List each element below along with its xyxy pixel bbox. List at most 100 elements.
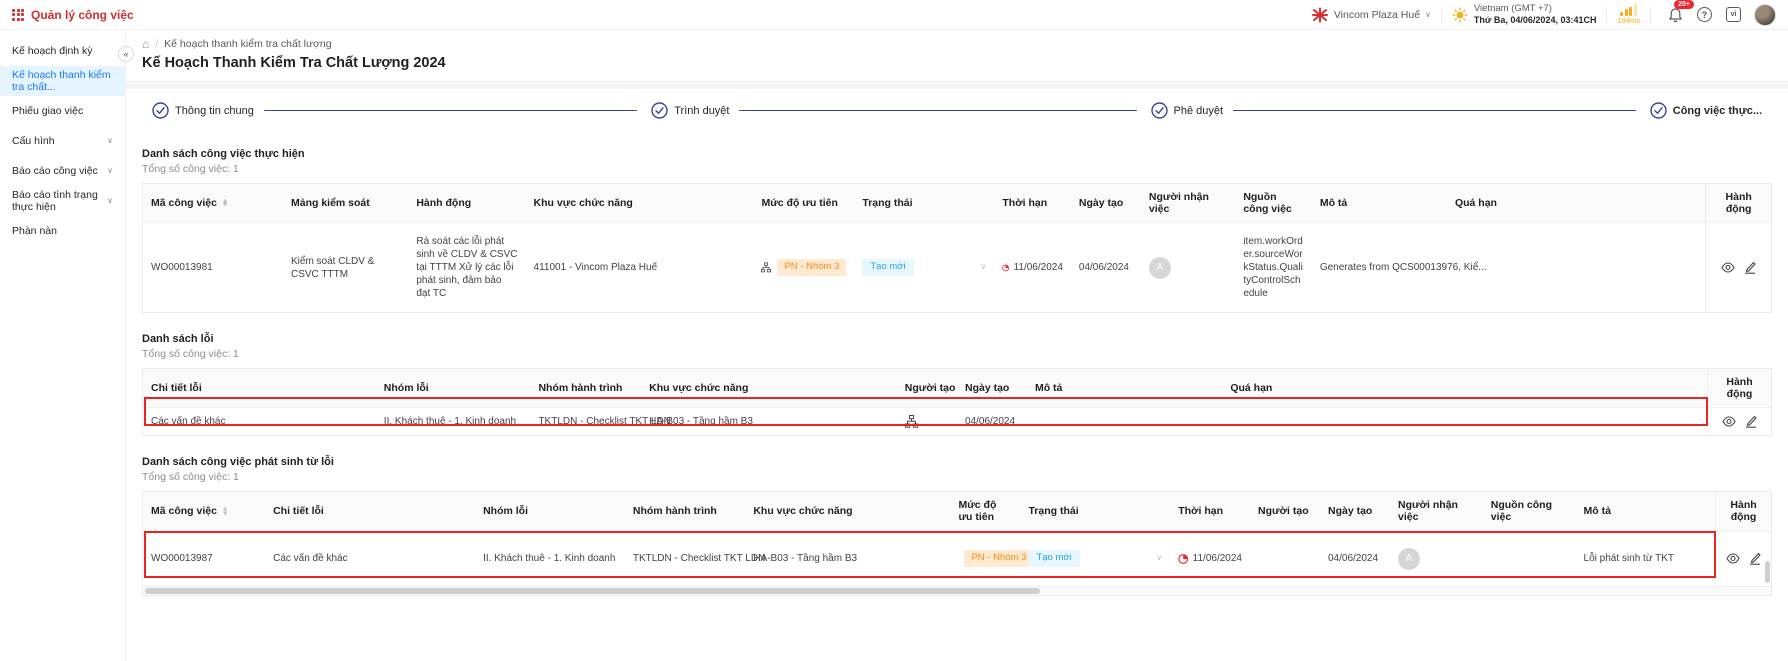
divider-strip <box>126 81 1788 89</box>
work-table: Mã công việc▲▼ Mảng kiểm soát Hành động … <box>143 184 1771 312</box>
chevron-down-icon[interactable]: ∨ <box>1156 553 1162 563</box>
col-header-actions: Hành động <box>1706 184 1771 223</box>
sidebar-item-phan-nan[interactable]: Phàn nàn <box>0 216 125 246</box>
page-title: Kế Hoạch Thanh Kiểm Tra Chất Lượng 2024 <box>142 55 1772 71</box>
breadcrumb: ⌂ / Kế hoạch thanh kiểm tra chất lượng <box>142 37 1772 51</box>
col-header: Ngày tạo <box>1320 492 1390 531</box>
step-phe-duyet[interactable]: Phê duyệt <box>1151 102 1650 119</box>
sidebar-item-bao-cao-cong-viec[interactable]: Báo cáo công việc ∨ <box>0 156 125 186</box>
col-header: Mô tả <box>1027 369 1222 408</box>
col-header: Người nhận việc <box>1141 184 1235 223</box>
horizontal-scrollbar[interactable] <box>143 586 1771 595</box>
view-eye-icon[interactable] <box>1726 553 1740 564</box>
col-header: Mô tả <box>1576 492 1716 531</box>
cell-status: Tạo mới ∨ <box>1020 531 1170 586</box>
col-header: Mức độ ưu tiên <box>753 184 854 223</box>
cell-description: Lỗi phát sinh từ TKT <box>1576 531 1716 586</box>
sidebar-item-label: Kế hoạch thanh kiểm tra chất... <box>12 69 113 93</box>
divider <box>1650 7 1651 23</box>
step-thong-tin-chung[interactable]: Thông tin chung <box>152 102 651 119</box>
app-body: Kế hoạch định kỳ Kế hoạch thanh kiểm tra… <box>0 30 1788 661</box>
notifications-button[interactable]: 20+ <box>1668 7 1683 23</box>
col-header: Thời hạn <box>994 184 1071 223</box>
sidebar-item-phieu-giao-viec[interactable]: Phiếu giao việc <box>0 96 125 126</box>
col-header: Chi tiết lỗi <box>265 492 475 531</box>
view-eye-icon[interactable] <box>1721 262 1735 273</box>
apps-grid-icon[interactable] <box>12 9 24 21</box>
cell-journey-group: TKTLDN - Checklist TKT LDN <box>530 408 641 436</box>
overdue-clock-icon <box>1178 553 1188 565</box>
cell-error-group: II. Khách thuê - 1. Kinh doanh <box>376 408 531 436</box>
edit-pencil-icon[interactable] <box>1749 552 1761 565</box>
view-eye-icon[interactable] <box>1722 416 1736 427</box>
edit-pencil-icon[interactable] <box>1745 415 1757 428</box>
section-errors-head: Danh sách lỗi Tổng số công việc: 1 <box>142 333 1772 360</box>
cell-created-date: 04/06/2024 <box>1320 531 1390 586</box>
col-header: Người nhận việc <box>1390 492 1483 531</box>
breadcrumb-current[interactable]: Kế hoạch thanh kiểm tra chất lượng <box>164 38 331 50</box>
cell-work-code: WO00013987 <box>143 531 265 586</box>
sidebar-item-label: Kế hoạch định kỳ <box>12 45 93 57</box>
col-header-code[interactable]: Mã công việc▲▼ <box>143 492 265 531</box>
chevron-down-icon: ∨ <box>107 167 113 175</box>
col-header: Chi tiết lỗi <box>143 369 376 408</box>
step-connector <box>1233 110 1636 112</box>
cell-created-date: 04/06/2024 <box>957 408 1027 436</box>
sidebar-item-bao-cao-tinh-trang[interactable]: Báo cáo tình trạng thực hiện ∨ <box>0 186 125 216</box>
notification-badge: 20+ <box>1674 0 1694 9</box>
section-title: Danh sách công việc thực hiện <box>142 148 1772 160</box>
col-header-code[interactable]: Mã công việc▲▼ <box>143 184 283 223</box>
cell-control-area: Kiểm soát CLDV & CSVC TTTM <box>283 223 408 313</box>
generated-table-row: WO00013987 Các vấn đề khác II. Khách thu… <box>143 531 1771 586</box>
cell-description <box>1027 408 1222 436</box>
step-label: Công việc thực... <box>1673 105 1762 117</box>
home-icon[interactable]: ⌂ <box>142 37 149 51</box>
sitemap-icon <box>905 415 918 428</box>
sort-icon[interactable]: ▲▼ <box>223 507 227 516</box>
cell-actions <box>1716 531 1771 586</box>
divider <box>1606 7 1607 23</box>
timezone-label: Vietnam (GMT +7) <box>1474 3 1597 15</box>
assignee-avatar[interactable]: A <box>1149 257 1171 279</box>
timezone-widget[interactable]: Vietnam (GMT +7) Thứ Ba, 04/06/2024, 03:… <box>1452 3 1597 26</box>
cell-deadline: 11/06/2024 <box>1170 531 1250 586</box>
section-title: Danh sách công việc phát sinh từ lỗi <box>142 456 1772 468</box>
cell-functional-area: HA-B03 - Tầng hầm B3 <box>745 531 950 586</box>
assignee-avatar[interactable]: A <box>1398 548 1420 570</box>
app-title: Quản lý công việc <box>31 8 134 22</box>
vertical-scrollbar-thumb[interactable] <box>1765 561 1770 583</box>
col-header: Nguồn công việc <box>1235 184 1312 223</box>
section-generated-head: Danh sách công việc phát sinh từ lỗi Tổn… <box>142 456 1772 483</box>
chevron-down-icon: ∨ <box>1425 11 1431 19</box>
generated-table: Mã công việc▲▼ Chi tiết lỗi Nhóm lỗi Nhó… <box>143 492 1771 585</box>
col-header: Nhóm lỗi <box>475 492 625 531</box>
language-button[interactable]: vi <box>1726 7 1741 22</box>
user-avatar[interactable] <box>1754 4 1776 26</box>
sidebar-item-cau-hinh[interactable]: Cấu hình ∨ <box>0 126 125 156</box>
sidebar-item-ke-hoach-thanh-kiem-tra[interactable]: Kế hoạch thanh kiểm tra chất... <box>0 66 125 96</box>
col-header: Ngày tạo <box>1071 184 1141 223</box>
help-button[interactable]: ? <box>1697 7 1712 22</box>
check-circle-icon <box>152 102 169 119</box>
step-trinh-duyet[interactable]: Trình duyệt <box>651 102 1150 119</box>
cell-functional-area: HA-B03 - Tầng hầm B3 <box>641 408 897 436</box>
sidebar-item-ke-hoach-dinh-ky[interactable]: Kế hoạch định kỳ <box>0 36 125 66</box>
scrollbar-thumb[interactable] <box>145 588 1040 594</box>
sidebar-collapse-button[interactable]: « <box>118 46 134 62</box>
overdue-clock-icon <box>1002 262 1009 274</box>
org-selector[interactable]: Vincom Plaza Huế ∨ <box>1311 6 1431 24</box>
cell-functional-area: 411001 - Vincom Plaza Huế <box>526 223 754 313</box>
cell-deadline: 11/06/2024 <box>994 223 1071 313</box>
errors-table-header-row: Chi tiết lỗi Nhóm lỗi Nhóm hành trình Kh… <box>143 369 1771 408</box>
step-cong-viec-thuc-hien[interactable]: Công việc thực... <box>1650 102 1762 119</box>
weather-sun-icon <box>1452 7 1468 23</box>
topbar: Quản lý công việc Vincom Plaza Huế ∨ <box>0 0 1788 30</box>
sidebar-item-label: Báo cáo tình trạng thực hiện <box>12 189 107 213</box>
section-total: Tổng số công việc: 1 <box>142 163 1772 175</box>
chevron-down-icon[interactable]: ∨ <box>981 262 987 272</box>
edit-pencil-icon[interactable] <box>1744 261 1756 274</box>
priority-badge: PN - Nhóm 3 <box>777 259 846 275</box>
sort-icon[interactable]: ▲▼ <box>223 199 227 208</box>
col-header: Hành động <box>408 184 525 223</box>
cell-assignee: A <box>1390 531 1483 586</box>
